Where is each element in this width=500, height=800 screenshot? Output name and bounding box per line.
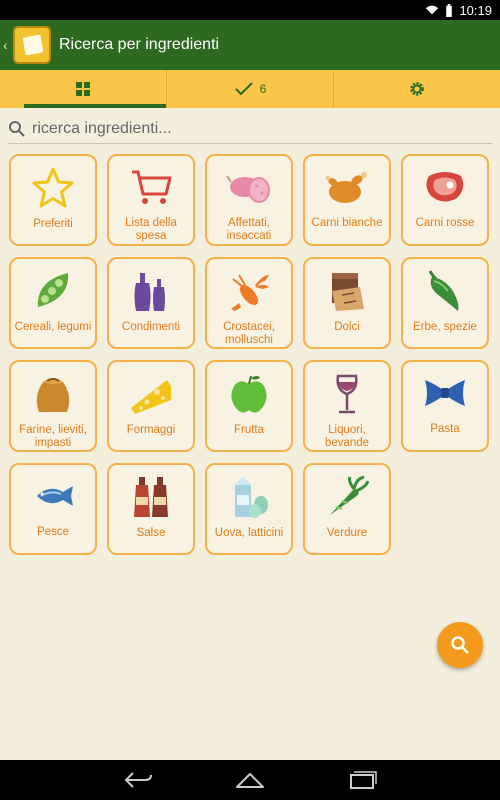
category-erbe-spezie[interactable]: Erbe, spezie <box>401 257 489 349</box>
category-liquori[interactable]: Liquori, bevande <box>303 360 391 452</box>
category-label: Lista della spesa <box>125 216 177 242</box>
tab-bar: 6 <box>0 70 500 108</box>
steak-icon <box>421 166 469 209</box>
grid-icon <box>76 82 90 96</box>
category-label: Salse <box>136 527 166 539</box>
search-icon <box>451 636 469 654</box>
search-bar <box>8 114 492 144</box>
status-bar: 10:19 <box>0 0 500 20</box>
category-label: Farine, lieviti, impasti <box>19 424 87 449</box>
category-pesce[interactable]: Pesce <box>9 463 97 555</box>
category-affettati[interactable]: Affettati, insaccati <box>205 154 293 246</box>
category-label: Pasta <box>430 422 460 435</box>
shopping-cart-icon <box>127 166 175 209</box>
star-icon <box>29 166 77 210</box>
status-time: 10:19 <box>459 2 492 18</box>
category-frutta[interactable]: Frutta <box>205 360 293 452</box>
category-condimenti[interactable]: Condimenti <box>107 257 195 349</box>
category-label: Crostacei, molluschi <box>223 321 275 346</box>
milk-eggs-icon <box>225 475 273 519</box>
category-label: Carni bianche <box>311 216 383 229</box>
oil-bottles-icon <box>127 269 175 313</box>
home-icon[interactable] <box>235 771 265 789</box>
tab-categories[interactable] <box>0 70 167 108</box>
category-pasta[interactable]: Pasta <box>401 360 489 452</box>
selected-count: 6 <box>259 82 267 96</box>
back-icon[interactable] <box>123 771 153 789</box>
category-grid: Preferiti Lista della spesa Affettati, i… <box>9 154 493 555</box>
category-label: Cereali, legumi <box>14 321 92 333</box>
tab-selected[interactable]: 6 <box>167 70 334 108</box>
category-label: Uova, latticini <box>214 527 284 539</box>
category-farine[interactable]: Farine, lieviti, impasti <box>9 360 97 452</box>
category-label: Frutta <box>233 424 265 436</box>
tab-settings[interactable] <box>334 70 500 108</box>
category-label: Liquori, bevande <box>324 424 370 449</box>
category-label: Dolci <box>334 321 360 333</box>
category-lista-spesa[interactable]: Lista della spesa <box>107 154 195 246</box>
category-label: Verdure <box>326 527 368 539</box>
wine-glass-icon <box>323 372 371 416</box>
category-carni-bianche[interactable]: Carni bianche <box>303 154 391 246</box>
recent-apps-icon[interactable] <box>347 770 377 790</box>
app-logo-icon[interactable] <box>13 26 51 64</box>
gear-icon <box>410 82 424 96</box>
farfalle-icon <box>421 372 469 415</box>
category-preferiti[interactable]: Preferiti <box>9 154 97 246</box>
fish-icon <box>29 475 77 518</box>
nav-bar <box>0 760 500 800</box>
search-fab-button[interactable] <box>437 622 483 668</box>
page-title: Ricerca per ingredienti <box>59 36 220 53</box>
category-label: Erbe, spezie <box>413 321 477 333</box>
carrot-icon <box>323 475 371 519</box>
back-chevron-icon[interactable]: ‹ <box>3 37 11 53</box>
cheese-icon <box>127 372 175 416</box>
checkmark-icon <box>234 82 253 96</box>
flour-sack-icon <box>29 372 77 416</box>
apple-icon <box>225 372 273 416</box>
pea-pod-icon <box>29 269 77 313</box>
chocolate-icon <box>323 269 371 313</box>
category-label: Condimenti <box>121 321 181 333</box>
lobster-icon <box>225 269 273 313</box>
roast-chicken-icon <box>323 166 371 209</box>
category-crostacei[interactable]: Crostacei, molluschi <box>205 257 293 349</box>
search-icon <box>8 120 26 138</box>
category-verdure[interactable]: Verdure <box>303 463 391 555</box>
salami-icon <box>225 166 273 209</box>
category-carni-rosse[interactable]: Carni rosse <box>401 154 489 246</box>
wifi-icon <box>426 5 439 15</box>
category-salse[interactable]: Salse <box>107 463 195 555</box>
category-label: Affettati, insaccati <box>226 216 272 242</box>
action-bar: ‹ Ricerca per ingredienti <box>0 20 500 70</box>
category-label: Formaggi <box>126 424 176 436</box>
category-cereali-legumi[interactable]: Cereali, legumi <box>9 257 97 349</box>
category-uova-latticini[interactable]: Uova, latticini <box>205 463 293 555</box>
sauce-bottles-icon <box>127 475 175 519</box>
category-label: Preferiti <box>33 218 73 230</box>
battery-icon <box>446 3 453 17</box>
category-label: Pesce <box>37 525 69 538</box>
search-input[interactable] <box>32 119 472 138</box>
category-dolci[interactable]: Dolci <box>303 257 391 349</box>
category-formaggi[interactable]: Formaggi <box>107 360 195 452</box>
chili-pepper-icon <box>421 269 469 313</box>
category-label: Carni rosse <box>415 216 475 229</box>
